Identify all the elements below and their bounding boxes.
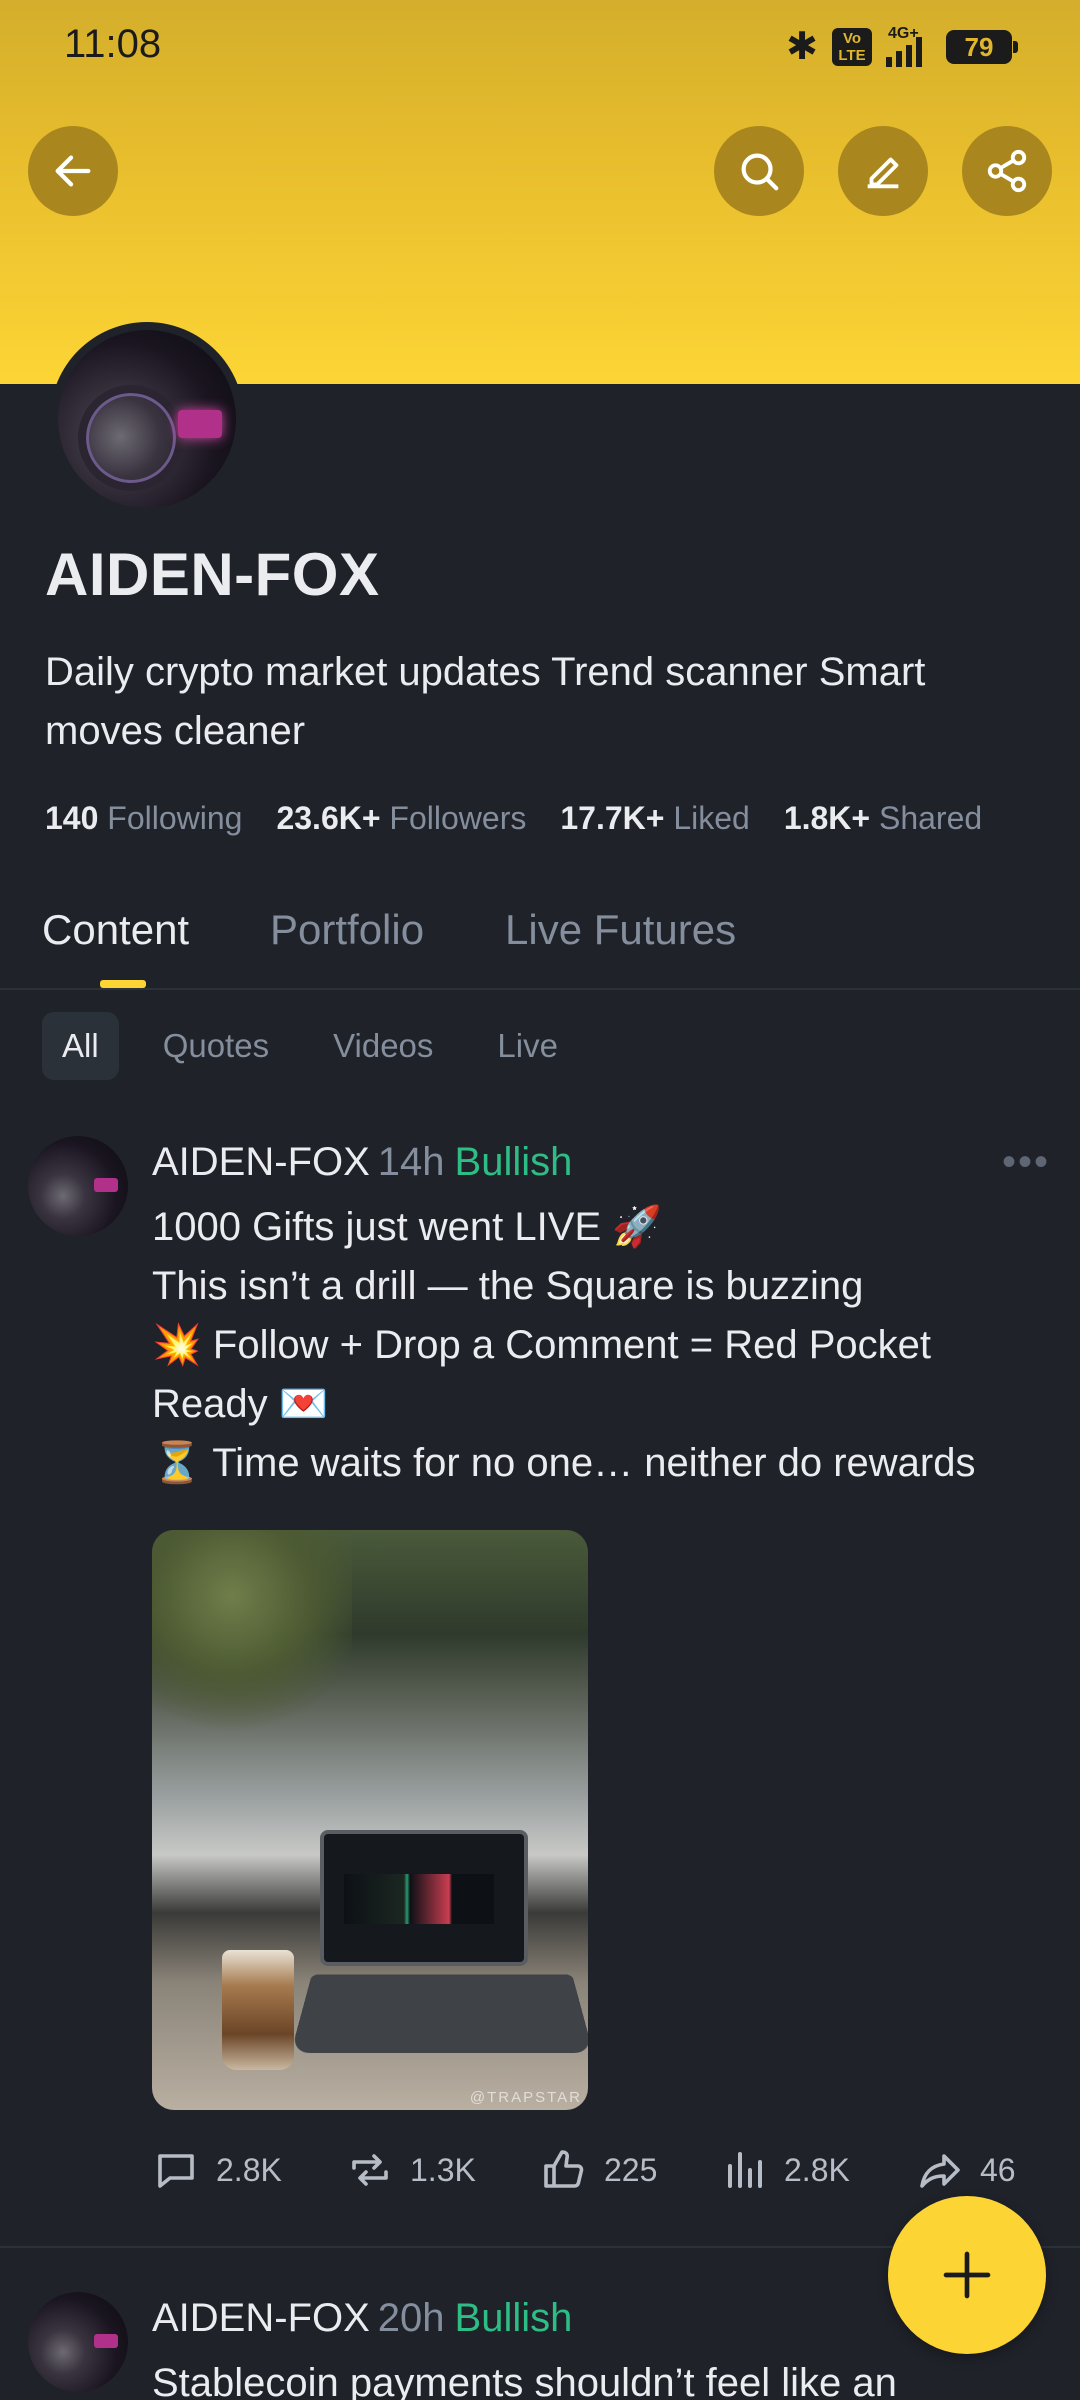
- back-button[interactable]: [28, 126, 118, 216]
- filter-videos[interactable]: Videos: [313, 1012, 453, 1080]
- post-text[interactable]: Stablecoin payments shouldn’t feel like …: [152, 2354, 1052, 2400]
- bar-chart-icon: [728, 2152, 762, 2188]
- share-count: 46: [980, 2151, 1016, 2188]
- post-actions: 2.8K 1.3K 225 2.8K 46: [152, 2146, 1032, 2198]
- profile-name: AIDEN-FOX: [45, 541, 380, 608]
- profile-avatar[interactable]: [50, 322, 244, 516]
- post-line: ⏳ Time waits for no one… neither do rewa…: [152, 1441, 976, 1485]
- stat-value: 140: [45, 800, 99, 836]
- post-author[interactable]: AIDEN-FOX: [152, 1140, 370, 1184]
- stat-label: Liked: [673, 800, 750, 836]
- share-icon: [987, 149, 1027, 193]
- active-tab-indicator: [100, 980, 146, 988]
- like-count: 225: [604, 2151, 658, 2188]
- post-header: AIDEN-FOX 20h Bullish: [152, 2296, 572, 2341]
- filter-quotes[interactable]: Quotes: [143, 1012, 289, 1080]
- post-line: 💥 Follow + Drop a Comment = Red Pocket: [152, 1323, 932, 1367]
- image-laptop-base: [290, 1974, 588, 2054]
- view-count: 2.8K: [784, 2151, 850, 2188]
- repost-count: 1.3K: [410, 2151, 476, 2188]
- share-post-button[interactable]: 46: [916, 2146, 1016, 2194]
- status-bar: 11:08 ✱ Vo LTE 4G+ 79: [0, 0, 1080, 90]
- views-indicator: 2.8K: [720, 2146, 850, 2194]
- comment-count: 2.8K: [216, 2151, 282, 2188]
- search-icon: [741, 153, 779, 191]
- post-sentiment: Bullish: [454, 1140, 573, 1184]
- pencil-icon: [867, 157, 899, 189]
- post-line: Stablecoin payments shouldn’t feel like …: [152, 2361, 897, 2400]
- comment-icon: [158, 2154, 194, 2188]
- more-options-icon[interactable]: •••: [1002, 1140, 1050, 1185]
- post-sentiment: Bullish: [454, 2296, 573, 2340]
- repost-icon: [352, 2154, 388, 2186]
- thumbs-up-icon: [544, 2150, 584, 2188]
- tab-portfolio[interactable]: Portfolio: [270, 906, 424, 954]
- stat-value: 23.6K+: [276, 800, 381, 836]
- stat-shared: 1.8K+ Shared: [784, 800, 982, 837]
- post-line: Ready 💌: [152, 1382, 329, 1426]
- post-text[interactable]: 1000 Gifts just went LIVE 🚀 This isn’t a…: [152, 1198, 1052, 1493]
- stat-liked: 17.7K+ Liked: [560, 800, 749, 837]
- tab-content[interactable]: Content: [42, 906, 189, 954]
- stat-label: Following: [107, 800, 243, 836]
- profile-tabs: Content Portfolio Live Futures: [0, 896, 1080, 990]
- comment-button[interactable]: 2.8K: [152, 2146, 282, 2194]
- search-button[interactable]: [714, 126, 804, 216]
- post-author[interactable]: AIDEN-FOX: [152, 2296, 370, 2340]
- tab-live-futures[interactable]: Live Futures: [505, 906, 736, 954]
- plus-icon: [943, 2251, 991, 2299]
- battery-level: 79: [964, 31, 994, 62]
- like-button[interactable]: 225: [540, 2146, 657, 2194]
- share-profile-button[interactable]: [962, 126, 1052, 216]
- profile-stats: 140 Following 23.6K+ Followers 17.7K+ Li…: [45, 800, 982, 837]
- stat-value: 17.7K+: [560, 800, 665, 836]
- stat-label: Shared: [878, 800, 983, 836]
- image-coffee-cup: [222, 1950, 294, 2070]
- create-post-button[interactable]: [888, 2196, 1046, 2354]
- post-image[interactable]: @TRAPSTAR: [152, 1530, 588, 2110]
- arrow-left-icon: [55, 155, 91, 187]
- image-tree: [152, 1530, 352, 1750]
- stat-following[interactable]: 140 Following: [45, 800, 242, 837]
- repost-button[interactable]: 1.3K: [346, 2146, 476, 2194]
- post-time: 20h: [377, 2296, 445, 2340]
- image-watermark: @TRAPSTAR: [469, 2089, 582, 2106]
- bluetooth-icon: ✱: [786, 26, 818, 68]
- stat-value: 1.8K+: [783, 800, 871, 836]
- post-header: AIDEN-FOX 14h Bullish: [152, 1140, 572, 1185]
- volte-label: Vo LTE: [838, 29, 866, 64]
- stat-label: Followers: [389, 800, 527, 836]
- status-icons: ✱ Vo LTE 4G+ 79: [786, 24, 1018, 69]
- post-author-avatar[interactable]: [28, 1136, 128, 1236]
- post-time: 14h: [377, 1140, 445, 1184]
- post-author-avatar[interactable]: [28, 2292, 128, 2392]
- filter-live[interactable]: Live: [477, 1012, 578, 1080]
- avatar-image: [58, 330, 236, 508]
- status-time: 11:08: [64, 22, 162, 66]
- volte-icon: Vo LTE: [832, 27, 872, 66]
- post-line: 1000 Gifts just went LIVE 🚀: [152, 1205, 663, 1249]
- image-laptop: [320, 1830, 528, 1966]
- battery-icon: 79: [946, 29, 1018, 64]
- profile-bio: Daily crypto market updates Trend scanne…: [45, 650, 926, 753]
- share-arrow-icon: [920, 2154, 960, 2188]
- signal-icon: 4G+: [886, 25, 932, 67]
- content-filters: All Quotes Videos Live: [42, 1012, 602, 1080]
- filter-all[interactable]: All: [42, 1012, 119, 1080]
- stat-followers[interactable]: 23.6K+ Followers: [276, 800, 526, 837]
- post-line: This isn’t a drill — the Square is buzzi…: [152, 1264, 864, 1308]
- edit-button[interactable]: [838, 126, 928, 216]
